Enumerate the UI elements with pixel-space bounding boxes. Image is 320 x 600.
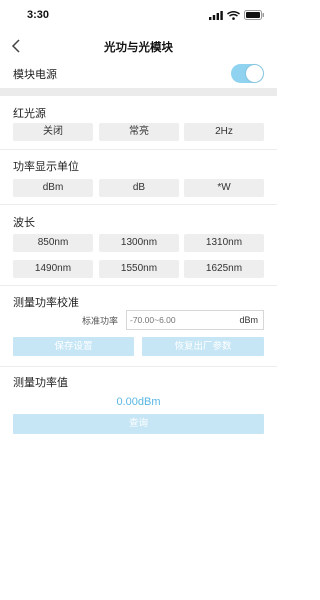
red-light-title: 红光源 [13, 108, 46, 120]
divider [0, 149, 277, 150]
divider [0, 366, 277, 367]
standard-power-input[interactable] [130, 313, 230, 327]
divider [0, 204, 277, 205]
wavelength-option-1490[interactable]: 1490nm [13, 260, 93, 278]
module-power-label: 模块电源 [13, 69, 57, 81]
wavelength-option-1550[interactable]: 1550nm [99, 260, 179, 278]
module-power-toggle[interactable] [231, 64, 264, 83]
wavelength-option-850[interactable]: 850nm [13, 234, 93, 252]
section-separator [0, 88, 277, 96]
status-bar: 3:30 [0, 0, 277, 30]
wavelength-option-1300[interactable]: 1300nm [99, 234, 179, 252]
wavelength-option-1310[interactable]: 1310nm [184, 234, 264, 252]
standard-power-label: 标准功率 [82, 316, 119, 326]
divider [0, 285, 277, 286]
toggle-knob [246, 65, 263, 82]
calibration-title: 测量功率校准 [13, 297, 79, 309]
save-settings-button[interactable]: 保存设置 [13, 337, 134, 356]
restore-factory-button[interactable]: 恢复出厂参数 [142, 337, 264, 356]
wavelength-option-1625[interactable]: 1625nm [184, 260, 264, 278]
unit-option-db[interactable]: dB [99, 179, 179, 197]
measured-power-value: 0.00dBm [116, 396, 161, 408]
red-light-option-off[interactable]: 关闭 [13, 123, 93, 141]
standard-power-unit: dBm [239, 315, 258, 325]
power-unit-title: 功率显示单位 [13, 161, 79, 173]
nav-bar: 光功与光模块 [0, 30, 277, 62]
unit-option-watt[interactable]: *W [184, 179, 264, 197]
page-title: 光功与光模块 [104, 42, 173, 54]
standard-power-field: dBm [126, 310, 264, 330]
wavelength-title: 波长 [13, 217, 35, 229]
module-power-row: 模块电源 [0, 62, 277, 86]
red-light-option-2hz[interactable]: 2Hz [184, 123, 264, 141]
wifi-icon [227, 10, 240, 20]
red-light-option-steady[interactable]: 常亮 [99, 123, 179, 141]
unit-option-dbm[interactable]: dBm [13, 179, 93, 197]
measured-power-title: 测量功率值 [13, 377, 68, 389]
query-button[interactable]: 查询 [13, 414, 264, 434]
status-time: 3:30 [27, 9, 50, 21]
battery-icon [244, 10, 264, 20]
signal-icon [209, 10, 223, 20]
status-icons [209, 10, 265, 20]
